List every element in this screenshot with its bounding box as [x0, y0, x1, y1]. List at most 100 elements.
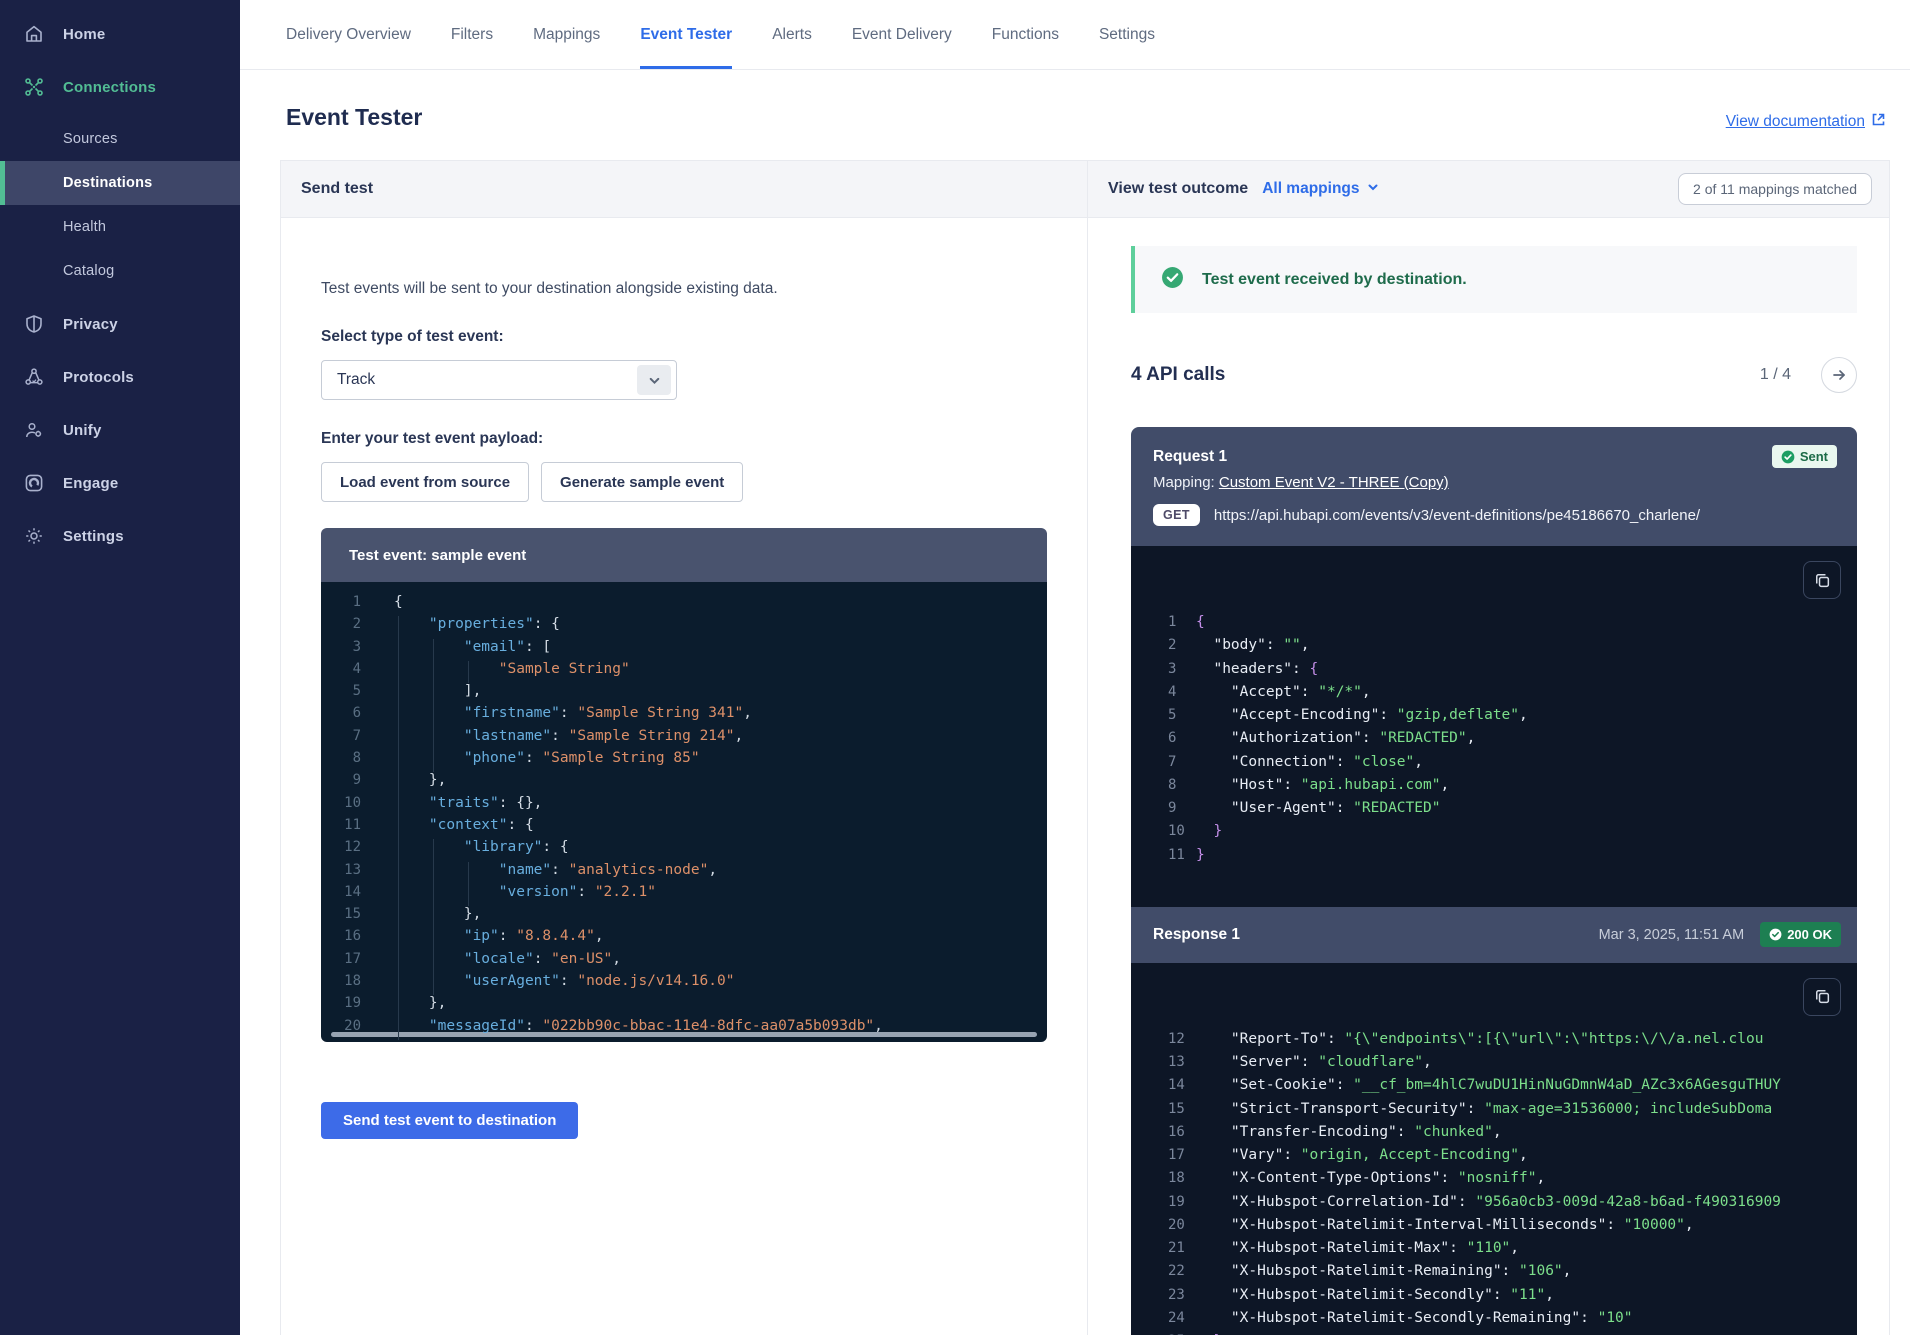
view-test-outcome-title: View test outcome — [1108, 180, 1248, 198]
sidebar-item-label: Protocols — [63, 369, 134, 386]
load-event-from-source-button[interactable]: Load event from source — [321, 462, 529, 502]
copy-request-button[interactable] — [1803, 561, 1841, 599]
api-call-card: Request 1 Sent Mapping: Custom Event V2 … — [1131, 427, 1857, 1335]
engage-icon — [24, 473, 44, 493]
sidebar-item-protocols[interactable]: Protocols — [0, 355, 240, 399]
sidebar-item-label: Home — [63, 26, 105, 43]
code-line: 21 "X-Hubspot-Ratelimit-Max": "110", — [1131, 1240, 1857, 1263]
code-line: 1{ — [1131, 614, 1857, 637]
line-number: 13 — [321, 862, 361, 884]
all-mappings-dropdown[interactable]: All mappings — [1262, 180, 1378, 198]
tab-settings[interactable]: Settings — [1099, 0, 1155, 69]
line-number: 7 — [1131, 754, 1196, 777]
line-number: 3 — [321, 639, 361, 661]
response-status-badge: 200 OK — [1760, 922, 1841, 947]
code-line: 16 "Transfer-Encoding": "chunked", — [1131, 1124, 1857, 1147]
line-number: 13 — [1131, 1054, 1196, 1077]
api-calls-title: 4 API calls — [1131, 364, 1225, 386]
mappings-matched-badge: 2 of 11 mappings matched — [1678, 173, 1872, 205]
test-outcome-header: View test outcome All mappings 2 of 11 m… — [1088, 161, 1890, 218]
pager-count: 1 / 4 — [1760, 366, 1791, 384]
mapping-row: Mapping: Custom Event V2 - THREE (Copy) — [1153, 474, 1837, 491]
line-number: 15 — [321, 906, 361, 928]
sidebar-item-sources[interactable]: Sources — [0, 117, 240, 161]
test-outcome-panel: View test outcome All mappings 2 of 11 m… — [1087, 161, 1890, 1335]
event-type-label: Select type of test event: — [321, 328, 1047, 346]
http-method-chip: GET — [1153, 504, 1200, 526]
code-line: 1{ — [321, 594, 1047, 616]
view-documentation-link[interactable]: View documentation — [1726, 112, 1886, 132]
line-number: 18 — [321, 973, 361, 995]
generate-sample-event-button[interactable]: Generate sample event — [541, 462, 743, 502]
sent-status-label: Sent — [1800, 449, 1828, 464]
sidebar-item-label: Unify — [63, 422, 102, 439]
sidebar-item-unify[interactable]: Unify — [0, 408, 240, 452]
line-number: 10 — [321, 795, 361, 817]
line-number: 21 — [1131, 1240, 1196, 1263]
request-url: https://api.hubapi.com/events/v3/event-d… — [1214, 507, 1700, 524]
tabbar: Delivery Overview Filters Mappings Event Te… — [240, 0, 1910, 70]
code-line: 12 "library": { — [321, 839, 1047, 861]
success-banner: Test event received by destination. — [1131, 246, 1857, 313]
line-number: 20 — [1131, 1217, 1196, 1240]
code-line: 10 "traits": {}, — [321, 795, 1047, 817]
line-number: 10 — [1131, 823, 1196, 846]
code-line: 4 "Sample String" — [321, 661, 1047, 683]
line-number: 4 — [1131, 684, 1196, 707]
line-number: 8 — [1131, 777, 1196, 800]
code-line: 16 "ip": "8.8.4.4", — [321, 928, 1047, 950]
sidebar-item-label: Privacy — [63, 316, 118, 333]
line-number: 16 — [1131, 1124, 1196, 1147]
response-code-block: 12 "Report-To": "{\"endpoints\":[{\"url\… — [1131, 963, 1857, 1335]
request-code-block: 1{2 "body": "",3 "headers": {4 "Accept":… — [1131, 546, 1857, 907]
payload-editor-code[interactable]: 1{2 "properties": {3 "email": [4 "Sample… — [321, 582, 1047, 1042]
code-line: 8 "phone": "Sample String 85" — [321, 750, 1047, 772]
chevron-down-icon[interactable] — [637, 365, 671, 395]
line-number: 23 — [1131, 1287, 1196, 1310]
sidebar-item-destinations[interactable]: Destinations — [0, 161, 240, 205]
sidebar-item-home[interactable]: Home — [0, 12, 240, 56]
sidebar-item-connections[interactable]: Connections — [0, 65, 240, 109]
tab-event-tester[interactable]: Event Tester — [640, 0, 732, 69]
tab-functions[interactable]: Functions — [992, 0, 1059, 69]
line-number: 11 — [1131, 847, 1196, 870]
mapping-link[interactable]: Custom Event V2 - THREE (Copy) — [1219, 474, 1449, 491]
code-line: 24 "X-Hubspot-Ratelimit-Secondly-Remaini… — [1131, 1310, 1857, 1333]
sidebar-item-label: Settings — [63, 528, 124, 545]
settings-icon — [24, 526, 44, 546]
code-line: 23 "X-Hubspot-Ratelimit-Secondly": "11", — [1131, 1287, 1857, 1310]
send-test-panel: Send test Test events will be sent to yo… — [281, 161, 1087, 1335]
panels: Send test Test events will be sent to yo… — [280, 160, 1890, 1335]
code-line: 18 "userAgent": "node.js/v14.16.0" — [321, 973, 1047, 995]
line-number: 16 — [321, 928, 361, 950]
all-mappings-label: All mappings — [1262, 180, 1359, 198]
next-api-call-button[interactable] — [1821, 357, 1857, 393]
sidebar-item-health[interactable]: Health — [0, 205, 240, 249]
send-test-body: Test events will be sent to your destina… — [281, 218, 1087, 1139]
request-header: Request 1 Sent Mapping: Custom Event V2 … — [1131, 427, 1857, 546]
tab-alerts[interactable]: Alerts — [772, 0, 812, 69]
line-number: 11 — [321, 817, 361, 839]
code-line: 13 "Server": "cloudflare", — [1131, 1054, 1857, 1077]
event-type-select[interactable]: Track — [321, 360, 677, 400]
sidebar-item-settings[interactable]: Settings — [0, 514, 240, 558]
sidebar-item-engage[interactable]: Engage — [0, 461, 240, 505]
sidebar-nav: Home Connections SourcesDestinationsHealth… — [0, 0, 240, 558]
code-line: 6 "Authorization": "REDACTED", — [1131, 730, 1857, 753]
tab-mappings[interactable]: Mappings — [533, 0, 600, 69]
code-line: 18 "X-Content-Type-Options": "nosniff", — [1131, 1170, 1857, 1193]
tab-filters[interactable]: Filters — [451, 0, 493, 69]
sidebar-item-catalog[interactable]: Catalog — [0, 249, 240, 293]
code-line: 7 "Connection": "close", — [1131, 754, 1857, 777]
send-test-panel-header: Send test — [281, 161, 1087, 218]
code-line: 4 "Accept": "*/*", — [1131, 684, 1857, 707]
line-number: 5 — [321, 683, 361, 705]
sidebar-item-privacy[interactable]: Privacy — [0, 302, 240, 346]
send-test-event-button[interactable]: Send test event to destination — [321, 1102, 578, 1139]
success-banner-text: Test event received by destination. — [1202, 271, 1467, 289]
line-number: 1 — [321, 594, 361, 616]
tab-event-delivery[interactable]: Event Delivery — [852, 0, 952, 69]
copy-response-button[interactable] — [1803, 978, 1841, 1016]
page-title: Event Tester — [286, 104, 422, 131]
tab-delivery-overview[interactable]: Delivery Overview — [286, 0, 411, 69]
